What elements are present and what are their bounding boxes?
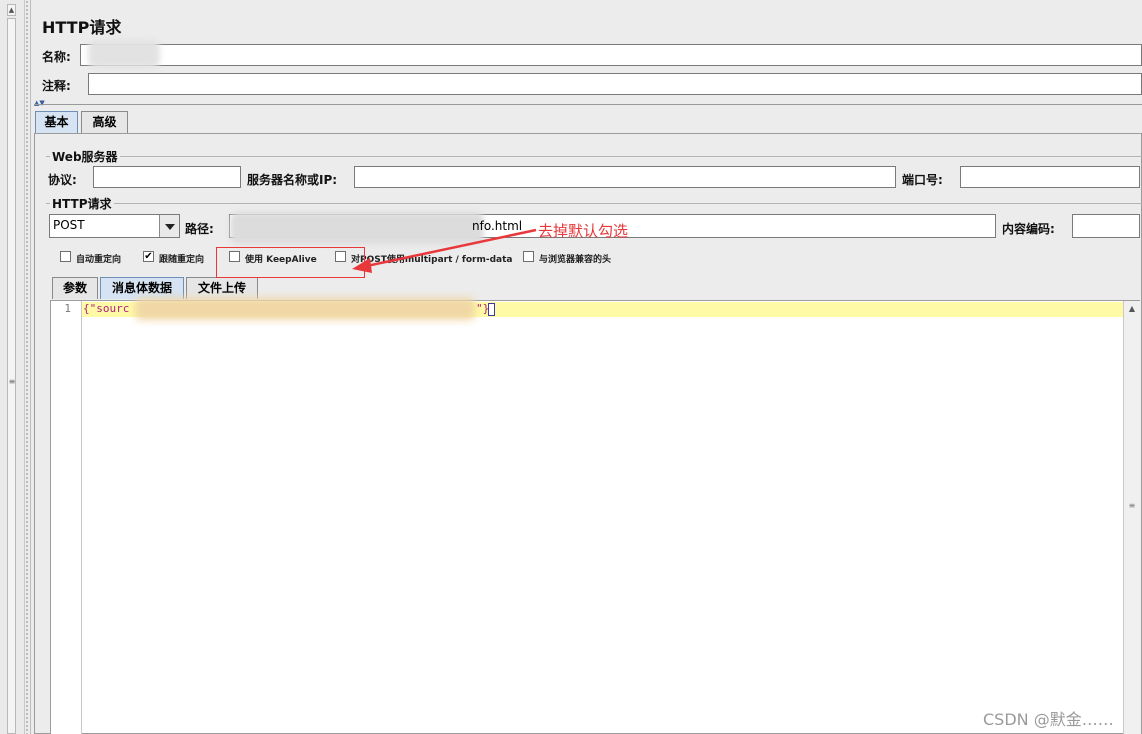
split-arrows-icon[interactable]: ▲▼ [34, 99, 45, 107]
method-select[interactable]: POST [49, 214, 180, 238]
encoding-label: 内容编码: [1002, 222, 1055, 236]
tab-body-data[interactable]: 消息体数据 [100, 277, 184, 299]
method-value: POST [53, 218, 85, 232]
collapse-up-icon[interactable]: ▲ [7, 4, 16, 16]
page-title: HTTP请求 [42, 18, 122, 37]
chevron-down-icon[interactable] [159, 215, 179, 237]
editor-scrollbar[interactable]: ▲ ≡ [1123, 301, 1141, 734]
browser-headers-label: 与浏览器兼容的头 [539, 255, 612, 265]
divider [34, 104, 1142, 105]
scroll-up-icon[interactable]: ▲ [1126, 304, 1138, 314]
splitter-track[interactable] [7, 18, 16, 734]
follow-redirect-label: 跟随重定向 [159, 255, 205, 265]
annotation-arrow-icon [352, 228, 537, 273]
tab-parameters[interactable]: 参数 [52, 277, 98, 299]
scroll-grip-icon[interactable]: ≡ [1127, 501, 1137, 510]
http-request-group-title: HTTP请求 [50, 195, 114, 212]
protocol-label: 协议: [48, 173, 77, 187]
grip-icon: ≡ [8, 377, 16, 386]
follow-redirect-checkbox[interactable]: ✔ [143, 251, 154, 262]
left-splitter[interactable]: ▲ ≡ [0, 0, 25, 734]
name-label: 名称: [42, 50, 71, 64]
annotation-text: 去掉默认勾选 [538, 222, 629, 240]
code-text-start: {"sourc [83, 302, 130, 315]
encoding-input[interactable] [1072, 214, 1140, 238]
line-gutter [51, 301, 82, 734]
name-input[interactable] [80, 44, 1142, 66]
tab-basic[interactable]: 基本 [35, 111, 78, 133]
port-label: 端口号: [902, 173, 943, 187]
server-input[interactable] [354, 166, 896, 188]
auto-redirect-label: 自动重定向 [76, 255, 122, 265]
path-label: 路径: [185, 222, 214, 236]
comment-input[interactable] [88, 73, 1142, 95]
code-redacted [135, 298, 475, 320]
web-server-group-title: Web服务器 [50, 148, 120, 165]
web-server-group-line [46, 156, 1142, 157]
server-label: 服务器名称或IP: [247, 173, 338, 187]
protocol-input[interactable] [93, 166, 241, 188]
auto-redirect-checkbox[interactable] [60, 251, 71, 262]
tab-file-upload[interactable]: 文件上传 [186, 277, 258, 299]
port-input[interactable] [960, 166, 1140, 188]
splitter-dots[interactable] [25, 0, 29, 734]
http-request-group-line [46, 203, 1142, 204]
name-value-redacted [88, 40, 160, 68]
comment-label: 注释: [42, 79, 71, 93]
body-editor[interactable] [50, 300, 1140, 734]
watermark: CSDN @默金…… [983, 710, 1114, 729]
tab-advanced[interactable]: 高级 [81, 111, 128, 133]
line-number: 1 [64, 302, 71, 315]
text-cursor [488, 303, 495, 316]
